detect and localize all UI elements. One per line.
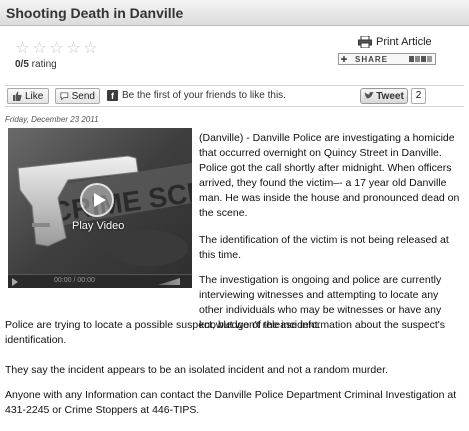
share-button[interactable]: ✚ SHARE <box>338 53 436 65</box>
article-page: Shooting Death in Danville ☆ ☆ ☆ ☆ ☆ 0/5… <box>0 0 469 431</box>
article-paragraph: The identification of the victim is not … <box>199 234 449 261</box>
article-title: Shooting Death in Danville <box>6 5 184 21</box>
rating-text: 0/5 rating <box>15 59 57 70</box>
title-bar: Shooting Death in Danville <box>0 0 469 26</box>
star-1-icon[interactable]: ☆ <box>15 40 30 56</box>
volume-icon[interactable] <box>158 278 180 285</box>
social-bar: Like Send f Be the first of your friends… <box>5 85 464 107</box>
star-2-icon[interactable]: ☆ <box>32 40 47 56</box>
facebook-like-button[interactable]: Like <box>7 88 49 104</box>
star-3-icon[interactable]: ☆ <box>49 40 64 56</box>
tweet-button[interactable]: Tweet <box>360 88 408 104</box>
speech-bubble-icon <box>60 92 69 101</box>
share-label[interactable]: SHARE <box>355 55 388 64</box>
star-rating[interactable]: ☆ ☆ ☆ ☆ ☆ <box>15 40 98 56</box>
share-plus-icon: ✚ <box>340 54 348 64</box>
thumbs-up-icon <box>13 91 22 101</box>
control-play-icon[interactable] <box>12 278 18 286</box>
printer-icon <box>358 36 372 48</box>
star-4-icon[interactable]: ☆ <box>66 40 81 56</box>
article-paragraph: Police are trying to locate a possible s… <box>5 319 446 346</box>
facebook-icon: f <box>107 90 118 101</box>
print-article-label[interactable]: Print Article <box>376 36 432 48</box>
article-paragraph: They say the incident appears to be an i… <box>5 364 388 376</box>
tweet-count: 2 <box>411 88 426 104</box>
facebook-send-button[interactable]: Send <box>55 88 100 104</box>
tweet-label[interactable]: Tweet <box>376 91 404 102</box>
print-article-link[interactable]: Print Article <box>358 36 432 48</box>
star-5-icon[interactable]: ☆ <box>83 40 98 56</box>
send-label[interactable]: Send <box>72 91 95 102</box>
article-paragraph: (Danville) - Danville Police are investi… <box>199 132 460 219</box>
facebook-like-text: Be the first of your friends to like thi… <box>122 90 286 101</box>
article-date: Friday, December 23 2011 <box>5 115 99 124</box>
play-icon[interactable] <box>80 183 114 217</box>
share-services-icon <box>409 56 432 62</box>
article-paragraph: Anyone with any Information can contact … <box>5 389 457 416</box>
video-controls: 00:00 / 00:00 <box>8 274 192 288</box>
rating-label: rating <box>28 59 57 70</box>
rating-value: 0/5 <box>15 59 29 70</box>
play-video-label[interactable]: Play Video <box>72 220 124 232</box>
like-label[interactable]: Like <box>25 91 43 102</box>
video-player[interactable]: CRIME SCENE Play Video 00:00 / 00:00 <box>8 128 192 288</box>
twitter-bird-icon <box>364 92 375 99</box>
video-time: 00:00 / 00:00 <box>54 277 95 284</box>
